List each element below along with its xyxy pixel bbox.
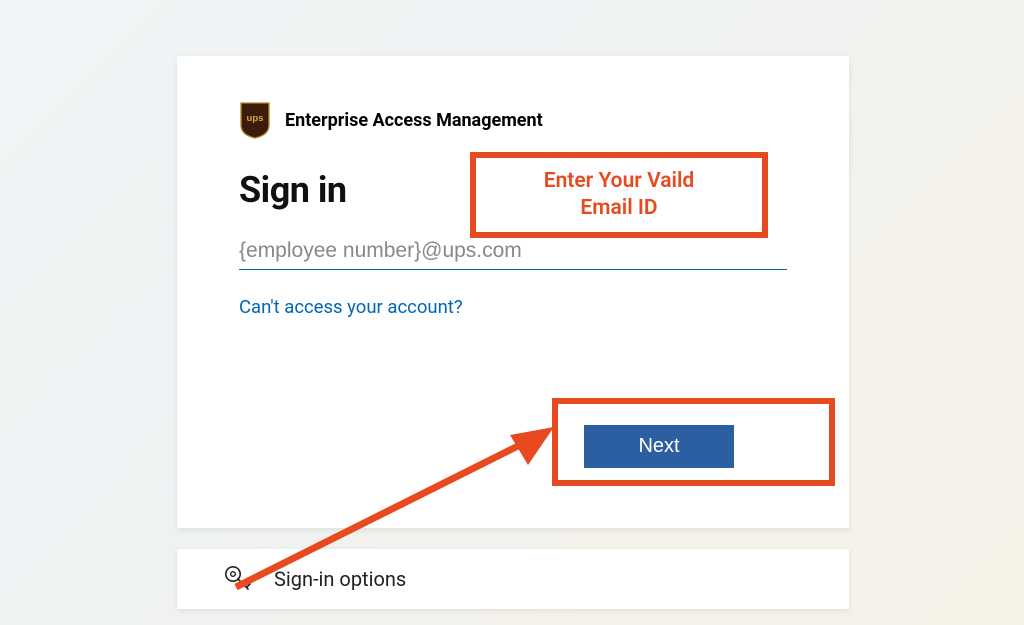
- annotation-email-callout: Enter Your VaildEmail ID: [470, 152, 768, 238]
- ups-logo-icon: ups: [239, 101, 271, 139]
- signin-options-label: Sign-in options: [274, 567, 406, 591]
- cant-access-link[interactable]: Can't access your account?: [239, 296, 463, 318]
- brand-title: Enterprise Access Management: [285, 110, 543, 131]
- annotation-email-text: Enter Your VaildEmail ID: [544, 168, 695, 223]
- brand-row: ups Enterprise Access Management: [239, 101, 787, 139]
- email-input[interactable]: [239, 239, 787, 270]
- signin-options-card[interactable]: Sign-in options: [177, 549, 849, 609]
- key-icon: [222, 563, 254, 595]
- annotation-next-highlight: [552, 398, 835, 486]
- svg-text:ups: ups: [247, 113, 264, 124]
